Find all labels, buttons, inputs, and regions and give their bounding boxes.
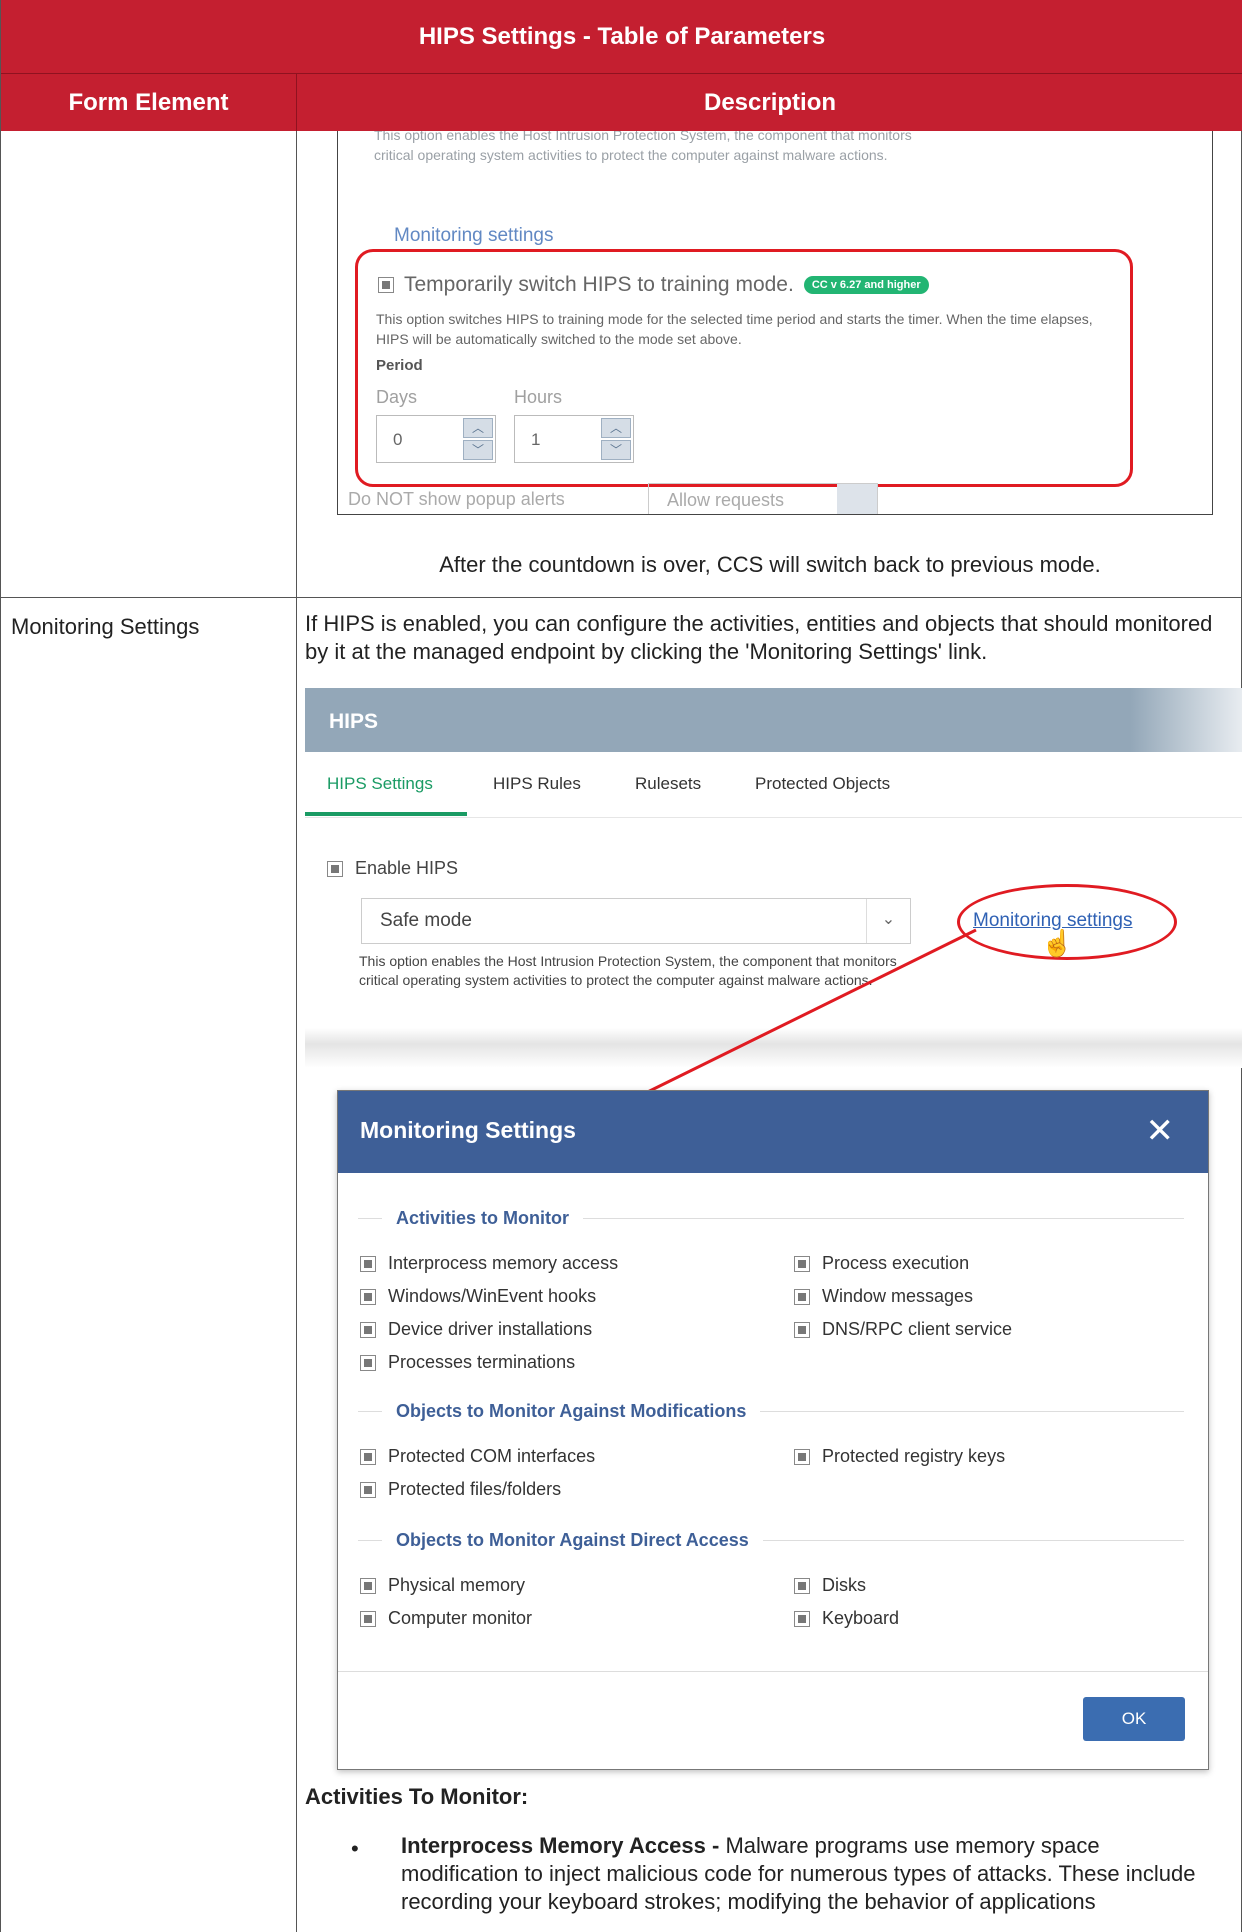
table-header-row: Form Element Description [1, 74, 1242, 131]
column-divider [296, 131, 297, 1932]
training-mode-description: This option switches HIPS to training mo… [376, 311, 1093, 347]
faded-popup-option: Do NOT show popup alerts [348, 489, 565, 509]
checkbox-item[interactable]: Protected files/folders [360, 1479, 561, 1500]
faded-bottom-row: Do NOT show popup alerts Allow requests [348, 483, 908, 514]
monitoring-settings-link[interactable]: Monitoring settings [394, 225, 553, 247]
hand-cursor-icon: ☝ [1041, 928, 1074, 958]
checkbox-icon[interactable] [794, 1448, 810, 1465]
activities-heading: Activities To Monitor: [305, 1784, 529, 1809]
tab-rulesets[interactable]: Rulesets [635, 774, 701, 794]
enable-hips-checkbox[interactable] [327, 860, 343, 877]
chevron-up-icon[interactable]: ︿ [601, 418, 631, 438]
days-value: 0 [393, 430, 403, 449]
checkbox-icon[interactable] [360, 1481, 376, 1498]
checkbox-item[interactable]: Device driver installations [360, 1319, 592, 1340]
tab-hips-settings[interactable]: HIPS Settings [327, 774, 433, 794]
hours-stepper[interactable]: 1 ︿ ﹀ [514, 415, 634, 463]
checkbox-item[interactable]: Windows/WinEvent hooks [360, 1286, 596, 1307]
checkbox-icon[interactable] [794, 1255, 810, 1272]
row-divider [1, 597, 1242, 598]
checkbox-item[interactable]: Processes terminations [360, 1352, 575, 1373]
training-mode-option: Temporarily switch HIPS to training mode… [378, 273, 929, 297]
bullet-interprocess-memory: Interprocess Memory Access - Malware pro… [401, 1832, 1221, 1916]
days-label: Days [376, 387, 418, 407]
checkbox-item[interactable]: DNS/RPC client service [794, 1319, 1012, 1340]
checkbox-item[interactable]: Computer monitor [360, 1608, 532, 1629]
close-icon[interactable]: ✕ [1146, 1111, 1175, 1151]
checkbox-item[interactable]: Keyboard [794, 1608, 899, 1629]
hours-label: Hours [514, 387, 563, 407]
checkbox-icon[interactable] [794, 1321, 810, 1338]
checkbox-item[interactable]: Process execution [794, 1253, 969, 1274]
countdown-note: After the countdown is over, CCS will sw… [439, 552, 1101, 577]
tab-hips-rules[interactable]: HIPS Rules [493, 774, 581, 794]
monitoring-settings-description: If HIPS is enabled, you can configure th… [305, 611, 1213, 664]
period-label: Period [376, 357, 423, 374]
faded-hips-description: This option enables the Host Intrusion P… [374, 131, 912, 163]
ok-button[interactable]: OK [1083, 1697, 1185, 1741]
enable-hips-option: Enable HIPS [327, 858, 458, 879]
checkbox-icon[interactable] [360, 1448, 376, 1465]
monitoring-settings-dialog: Monitoring Settings ✕ Activities to Moni… [337, 1090, 1209, 1770]
checkbox-icon[interactable] [360, 1321, 376, 1338]
section-direct-access: Objects to Monitor Against Direct Access [358, 1530, 1184, 1551]
section-activities: Activities to Monitor [358, 1208, 1184, 1229]
version-badge: CC v 6.27 and higher [803, 276, 929, 294]
checkbox-item[interactable]: Disks [794, 1575, 866, 1596]
enable-hips-label: Enable HIPS [355, 858, 459, 878]
checkbox-icon[interactable] [794, 1288, 810, 1305]
dialog-title: Monitoring Settings [360, 1117, 576, 1143]
checkbox-icon[interactable] [360, 1610, 376, 1627]
chevron-down-icon[interactable]: ﹀ [601, 440, 631, 460]
hips-title-bar: HIPS [305, 688, 1242, 752]
form-element-monitoring-settings: Monitoring Settings [11, 614, 200, 639]
checkbox-icon[interactable] [794, 1577, 810, 1594]
checkbox-icon[interactable] [360, 1255, 376, 1272]
dialog-footer-divider [338, 1671, 1208, 1672]
days-stepper[interactable]: 0 ︿ ﹀ [376, 415, 496, 463]
parameters-table: HIPS Settings - Table of Parameters Form… [0, 0, 1242, 1932]
checkbox-icon[interactable] [360, 1354, 376, 1371]
hours-value: 1 [531, 430, 541, 449]
checkbox-item[interactable]: Protected COM interfaces [360, 1446, 595, 1467]
bullet-title: Interprocess Memory Access - [401, 1833, 726, 1858]
header-description: Description [703, 88, 837, 116]
checkbox-icon[interactable] [794, 1610, 810, 1627]
header-form-element: Form Element [1, 74, 297, 131]
checkbox-item[interactable]: Protected registry keys [794, 1446, 1005, 1467]
checkbox-item[interactable]: Window messages [794, 1286, 973, 1307]
dialog-header: Monitoring Settings [338, 1091, 1208, 1173]
section-modifications: Objects to Monitor Against Modifications [358, 1401, 1184, 1422]
checkbox-icon[interactable] [360, 1288, 376, 1305]
training-mode-screenshot: This option enables the Host Intrusion P… [337, 131, 1213, 515]
checkbox-item[interactable]: Physical memory [360, 1575, 525, 1596]
bullet-icon: • [351, 1836, 359, 1861]
hips-tabs: HIPS Settings HIPS Rules Rulesets Protec… [305, 752, 1242, 818]
tab-protected-objects[interactable]: Protected Objects [755, 774, 890, 794]
training-mode-checkbox[interactable] [378, 277, 394, 293]
active-tab-indicator [305, 812, 467, 816]
training-mode-label: Temporarily switch HIPS to training mode… [404, 273, 794, 296]
chevron-up-icon[interactable]: ︿ [463, 418, 493, 438]
table-title: HIPS Settings - Table of Parameters [1, 0, 1242, 74]
checkbox-icon[interactable] [360, 1577, 376, 1594]
hips-mode-value: Safe mode [380, 910, 472, 931]
faded-allow-select: Allow requests [648, 483, 878, 514]
checkbox-item[interactable]: Interprocess memory access [360, 1253, 618, 1274]
chevron-down-icon[interactable]: ﹀ [463, 440, 493, 460]
